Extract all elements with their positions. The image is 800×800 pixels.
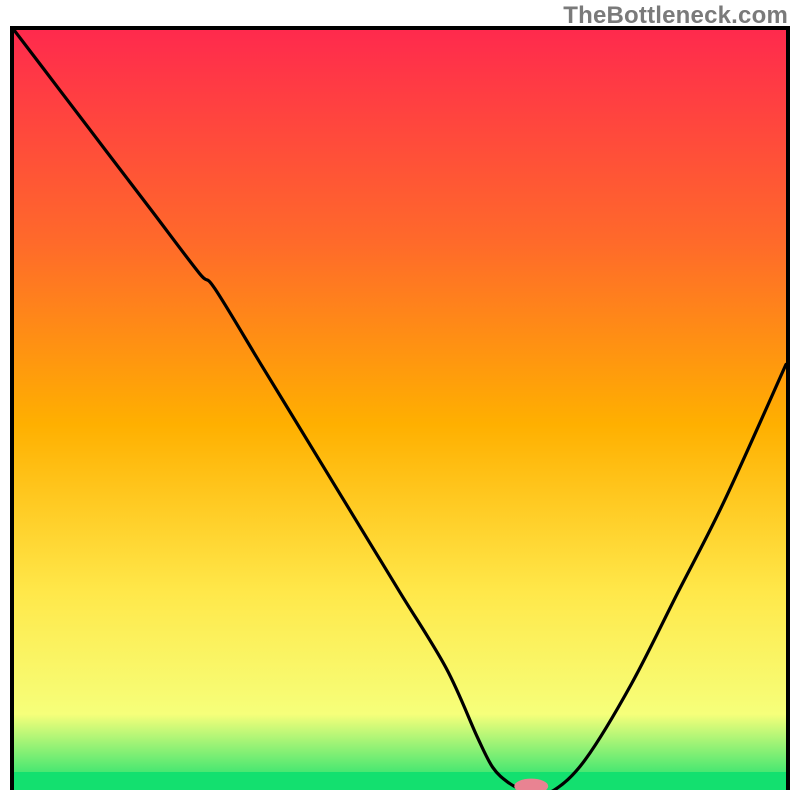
bottleneck-chart: [14, 30, 786, 790]
chart-svg: [14, 30, 786, 790]
green-band: [14, 772, 786, 790]
gradient-background: [14, 30, 786, 790]
